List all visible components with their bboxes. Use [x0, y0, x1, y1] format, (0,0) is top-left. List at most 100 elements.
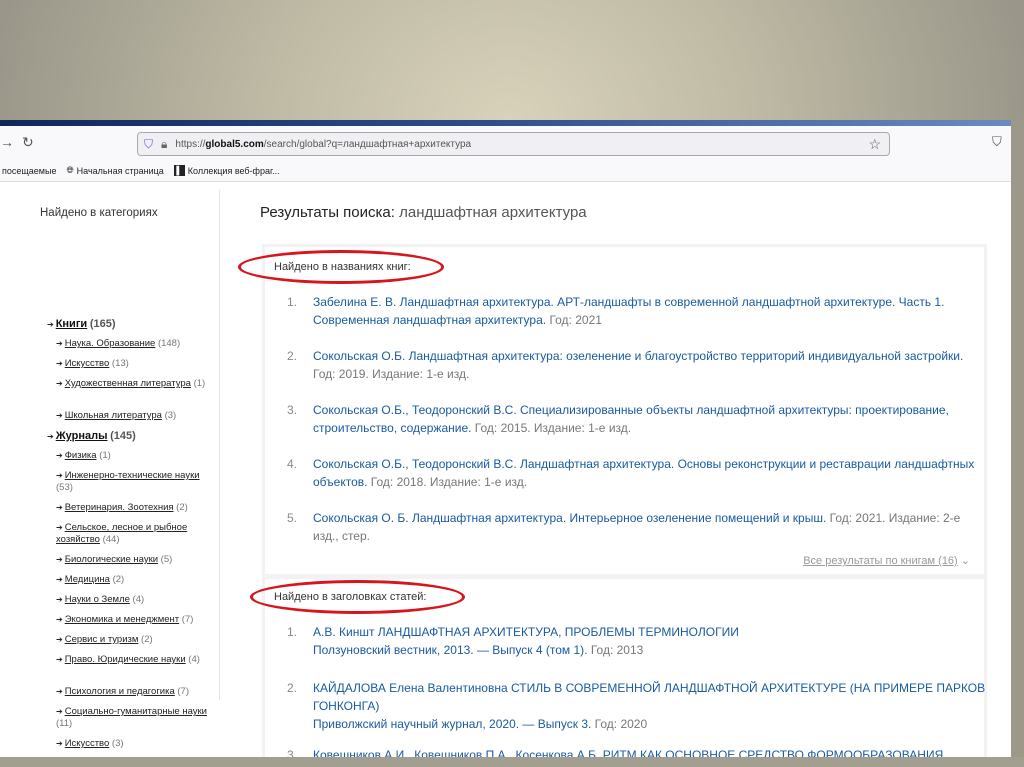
- subcategory-count: (4): [132, 594, 145, 605]
- article-link[interactable]: КАЙДАЛОВА Елена Валентиновна СТИЛЬ В СОВ…: [313, 681, 985, 713]
- result-number: 3.: [287, 748, 298, 757]
- subcategory-link[interactable]: Сервис и туризм: [65, 634, 139, 645]
- subcategory-link[interactable]: Школьная литература: [65, 410, 162, 421]
- page-title: Результаты поиска: ландшафтная архитекту…: [260, 204, 587, 221]
- globe-icon: 🌐︎: [66, 165, 74, 175]
- category-item[interactable]: ➔ Книги (165): [47, 318, 116, 330]
- lock-icon: 🔒︎: [161, 136, 168, 151]
- subcategory-item[interactable]: ➔ Право. Юридические науки (4): [56, 654, 216, 666]
- arrow-icon: ➔: [56, 359, 63, 368]
- book-result: 4. Сокольская О.Б., Теодоронский В.С. Лан…: [287, 455, 987, 491]
- article-result: 1. А.В. Киншт ЛАНДШАФТНАЯ АРХИТЕКТУРА, ПР…: [287, 623, 987, 659]
- url-domain: global5.com: [205, 138, 264, 150]
- slide-edge: [0, 757, 1024, 767]
- article-link[interactable]: Ковешников А.И., Ковешников П.А., Косенк…: [313, 748, 943, 757]
- subcategory-count: (2): [112, 574, 125, 585]
- arrow-icon: ➔: [56, 451, 63, 460]
- category-link[interactable]: Журналы: [56, 430, 108, 442]
- sidebar-heading: Найдено в категориях: [40, 207, 158, 219]
- category-link[interactable]: Книги: [56, 318, 87, 330]
- result-number: 1.: [287, 295, 298, 309]
- book-link[interactable]: Сокольская О.Б. Ландшафтная архитектура:…: [313, 349, 963, 363]
- book-link[interactable]: Забелина Е. В. Ландшафтная архитектура. …: [313, 295, 944, 327]
- subcategory-item[interactable]: ➔ Сервис и туризм (2): [56, 634, 216, 646]
- bookmark-label: посещаемые: [2, 165, 57, 176]
- subcategory-item[interactable]: ➔ Сельское, лесное и рыбное хозяйство (44…: [56, 522, 216, 546]
- subcategory-link[interactable]: Психология и педагогика: [65, 686, 175, 697]
- arrow-icon: ➔: [56, 739, 63, 748]
- subcategory-count: (4): [188, 654, 200, 665]
- subcategory-item[interactable]: ➔ Искусство (13): [56, 358, 216, 370]
- arrow-icon: ➔: [56, 575, 63, 584]
- bookmark-most-visited[interactable]: посещаемые: [2, 166, 56, 176]
- subcategory-count: (7): [177, 686, 190, 697]
- bookmark-web-slices[interactable]: ▌ Коллекция веб-фраг...: [173, 165, 280, 176]
- result-number: 3.: [287, 403, 298, 417]
- subcategory-item[interactable]: ➔ Искусство (3): [56, 738, 216, 750]
- article-meta: Год: 2020: [591, 717, 648, 731]
- pocket-icon[interactable]: ⛉: [992, 134, 1002, 150]
- arrow-icon: ➔: [56, 503, 63, 512]
- subcategory-link[interactable]: Искусство: [65, 738, 110, 749]
- subcategory-item[interactable]: ➔ Наука. Образование (148): [56, 338, 216, 350]
- article-link[interactable]: А.В. Киншт ЛАНДШАФТНАЯ АРХИТЕКТУРА, ПРОБ…: [313, 625, 739, 639]
- more-books-link[interactable]: Все результаты по книгам (16) ⌄: [803, 554, 970, 567]
- subcategory-item[interactable]: ➔ Науки о Земле (4): [56, 594, 216, 606]
- subcategory-item[interactable]: ➔ Ветеринария. Зоотехния (2): [56, 502, 216, 514]
- subcategory-item[interactable]: ➔ Биологические науки (5): [56, 554, 216, 566]
- web-slice-icon: ▌: [173, 165, 185, 176]
- book-result: 2. Сокольская О.Б. Ландшафтная архитектур…: [287, 347, 987, 383]
- arrow-icon: ➔: [47, 320, 54, 329]
- subcategory-link[interactable]: Медицина: [65, 574, 110, 585]
- book-meta: Год: 2015. Издание: 1-е изд.: [471, 421, 632, 435]
- subcategory-item[interactable]: ➔ Художественная литература (1): [56, 378, 216, 390]
- book-result: 1. Забелина Е. В. Ландшафтная архитектура…: [287, 293, 987, 329]
- subcategory-item[interactable]: ➔ Экономика и менеджмент (7): [56, 614, 216, 626]
- subcategory-link[interactable]: Сельское, лесное и рыбное хозяйство: [56, 522, 187, 545]
- subcategory-item[interactable]: ➔ Физика (1): [56, 450, 216, 462]
- subcategory-link[interactable]: Науки о Земле: [65, 594, 130, 605]
- bookmark-label: Коллекция веб-фраг...: [187, 165, 280, 176]
- subcategory-count: (13): [111, 358, 129, 369]
- arrow-icon: ➔: [56, 339, 63, 348]
- subcategory-link[interactable]: Художественная литература: [65, 378, 191, 389]
- subcategory-count: (7): [181, 614, 194, 625]
- subcategory-item[interactable]: ➔ Инженерно-технические науки (53): [56, 470, 216, 494]
- arrow-icon: ➔: [56, 635, 63, 644]
- subcategory-item[interactable]: ➔ Социально-гуманитарные науки (11): [56, 706, 216, 730]
- browser-window: → ↻ ⛉ 🔒︎ https://global5.com/search/glob…: [0, 126, 1011, 757]
- forward-icon[interactable]: →: [0, 134, 14, 150]
- category-sidebar: Найдено в категориях ➔ Книги (165) ➔ Наука.…: [30, 190, 220, 749]
- bookmark-home[interactable]: 🌐︎ Начальная страница: [66, 165, 163, 176]
- arrow-icon: ➔: [56, 615, 63, 624]
- result-number: 2.: [287, 349, 298, 363]
- article-result: 2. КАЙДАЛОВА Елена Валентиновна СТИЛЬ В С…: [287, 679, 987, 733]
- reload-icon[interactable]: ↻: [22, 134, 34, 151]
- subcategory-link[interactable]: Искусство: [65, 358, 110, 369]
- arrow-icon: ➔: [56, 655, 63, 664]
- subcategory-link[interactable]: Физика: [65, 450, 97, 461]
- book-meta: Год: 2019. Издание: 1-е изд.: [313, 367, 470, 381]
- subcategory-link[interactable]: Биологические науки: [65, 554, 158, 565]
- subcategory-link[interactable]: Ветеринария. Зоотехния: [65, 502, 174, 513]
- arrow-icon: ➔: [56, 595, 63, 604]
- subcategory-link[interactable]: Наука. Образование: [65, 338, 156, 349]
- subcategory-link[interactable]: Социально-гуманитарные науки: [65, 706, 207, 717]
- more-books-label[interactable]: Все результаты по книгам (16): [803, 555, 958, 567]
- bookmark-star-icon[interactable]: ☆: [868, 136, 881, 153]
- journal-link[interactable]: Приволжский научный журнал, 2020. — Выпу…: [313, 717, 591, 731]
- address-bar[interactable]: ⛉ 🔒︎ https://global5.com/search/global?q…: [137, 132, 890, 156]
- article-result: 3. Ковешников А.И., Ковешников П.А., Косе…: [287, 746, 987, 757]
- subcategory-link[interactable]: Право. Юридические науки: [65, 654, 186, 665]
- category-item[interactable]: ➔ Журналы (145): [47, 430, 136, 442]
- subcategory-link[interactable]: Экономика и менеджмент: [65, 614, 179, 625]
- subcategory-count: (5): [160, 554, 173, 565]
- subcategory-item[interactable]: ➔ Медицина (2): [56, 574, 216, 586]
- arrow-icon: ➔: [56, 523, 63, 532]
- book-link[interactable]: Сокольская О. Б. Ландшафтная архитектура…: [313, 511, 826, 525]
- category-count: (145): [110, 430, 136, 442]
- subcategory-item[interactable]: ➔ Школьная литература (3): [56, 410, 216, 422]
- subcategory-link[interactable]: Инженерно-технические науки: [65, 470, 200, 481]
- subcategory-item[interactable]: ➔ Психология и педагогика (7): [56, 686, 216, 698]
- journal-link[interactable]: Ползуновский вестник, 2013. — Выпуск 4 (…: [313, 643, 588, 657]
